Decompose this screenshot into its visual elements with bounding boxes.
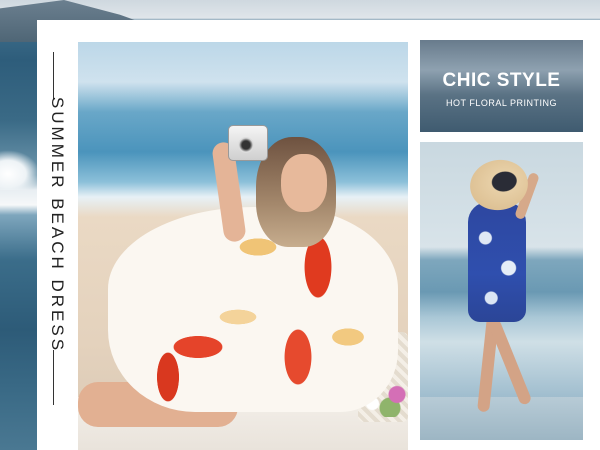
wet-sand xyxy=(420,397,583,440)
title-line-top xyxy=(53,52,54,100)
subheadline: HOT FLORAL PRINTING xyxy=(445,98,557,108)
blue-tie-dye-dress xyxy=(468,202,526,322)
vertical-title: SUMMER BEACH DRESS xyxy=(48,96,67,354)
headline: CHIC STYLE xyxy=(442,70,561,91)
main-photo xyxy=(78,42,408,450)
floral-dress xyxy=(108,207,398,412)
model-face xyxy=(281,154,327,212)
style-banner: CHIC STYLE HOT FLORAL PRINTING xyxy=(420,40,583,132)
secondary-photo xyxy=(420,142,583,440)
camera-lens xyxy=(238,137,254,153)
wave-foam xyxy=(0,150,40,190)
model-leg-right xyxy=(487,318,533,406)
title-line-bottom xyxy=(53,350,54,405)
